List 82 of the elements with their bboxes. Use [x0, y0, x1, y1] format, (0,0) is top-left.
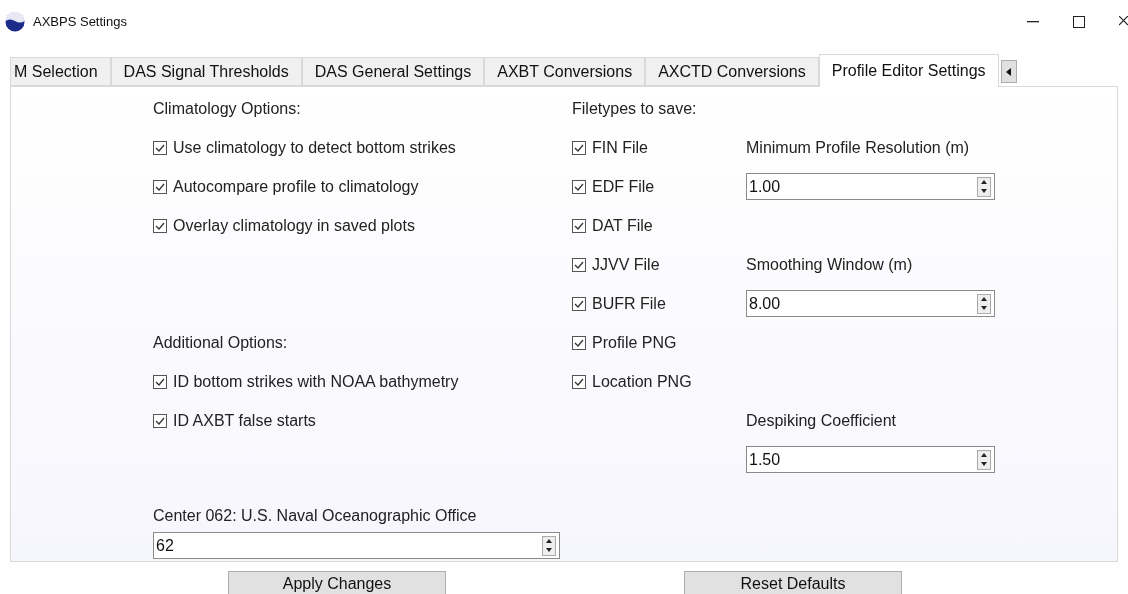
checkbox[interactable]: Overlay climatology in saved plots	[153, 213, 415, 238]
window-title: AXBPS Settings	[33, 13, 127, 32]
spin-value: 62	[155, 535, 175, 556]
checkbox[interactable]: ID AXBT false starts	[153, 408, 316, 433]
checkbox[interactable]: BUFR File	[572, 291, 666, 316]
section-label: Smoothing Window (m)	[746, 254, 913, 275]
checkmark-icon	[574, 220, 584, 231]
checkmark-icon	[574, 259, 584, 270]
tab[interactable]: M Selection	[10, 57, 111, 86]
caret-left-icon	[1006, 67, 1012, 76]
maximize-icon[interactable]	[1073, 16, 1085, 28]
checkbox-box[interactable]	[572, 140, 586, 155]
checkbox[interactable]: DAT File	[572, 213, 653, 238]
section-label: Minimum Profile Resolution (m)	[746, 137, 970, 158]
checkmark-icon	[155, 415, 165, 426]
checkbox-box[interactable]	[153, 140, 167, 155]
spin-box[interactable]: 62	[153, 532, 560, 559]
spin-arrows-icon[interactable]	[977, 293, 991, 314]
checkbox-label: ID AXBT false starts	[173, 410, 316, 431]
checkmark-icon	[574, 298, 584, 309]
checkbox-label: FIN File	[592, 137, 648, 158]
checkmark-icon	[574, 376, 584, 387]
checkbox[interactable]: EDF File	[572, 174, 655, 199]
tab[interactable]: Profile Editor Settings	[818, 54, 999, 87]
app-logo-icon	[5, 12, 25, 32]
checkmark-icon	[155, 142, 165, 153]
checkbox-box[interactable]	[572, 296, 586, 311]
spin-value: 8.00	[748, 293, 782, 314]
checkbox-label: Profile PNG	[592, 332, 677, 353]
checkbox[interactable]: Location PNG	[572, 369, 692, 394]
checkbox-label: JJVV File	[592, 254, 660, 275]
spin-box[interactable]: 1.00	[746, 173, 995, 200]
section-label: Center 062: U.S. Naval Oceanographic Office	[153, 505, 477, 526]
checkmark-icon	[574, 142, 584, 153]
checkbox[interactable]: FIN File	[572, 135, 648, 160]
checkbox-box[interactable]	[572, 257, 586, 272]
tab[interactable]: AXBT Conversions	[484, 57, 646, 86]
checkmark-icon	[574, 181, 584, 192]
spin-value: 1.00	[748, 176, 782, 197]
section-label: Additional Options:	[153, 332, 288, 353]
checkbox[interactable]: ID bottom strikes with NOAA bathymetry	[153, 369, 459, 394]
tab[interactable]: AXCTD Conversions	[645, 57, 819, 86]
checkbox[interactable]: Use climatology to detect bottom strikes	[153, 135, 456, 160]
checkbox[interactable]: Autocompare profile to climatology	[153, 174, 419, 199]
checkmark-icon	[574, 337, 584, 348]
close-icon[interactable]	[1119, 16, 1128, 28]
checkbox-box[interactable]	[572, 179, 586, 194]
checkbox-label: Overlay climatology in saved plots	[173, 215, 415, 236]
section-label: Filetypes to save:	[572, 98, 697, 119]
checkbox-label: EDF File	[592, 176, 655, 197]
checkbox-box[interactable]	[153, 374, 167, 389]
spin-arrows-icon[interactable]	[977, 449, 991, 470]
tab[interactable]: DAS General Settings	[301, 57, 485, 86]
checkbox-box[interactable]	[153, 179, 167, 194]
checkbox-label: Use climatology to detect bottom strikes	[173, 137, 456, 158]
checkmark-icon	[155, 181, 165, 192]
tab[interactable]: DAS Signal Thresholds	[110, 57, 302, 86]
checkbox-label: BUFR File	[592, 293, 666, 314]
checkmark-icon	[155, 220, 165, 231]
spin-arrows-icon[interactable]	[977, 176, 991, 197]
action-button[interactable]: Reset Defaults	[684, 571, 902, 594]
minimize-icon[interactable]	[1027, 21, 1039, 23]
checkbox-label: Autocompare profile to climatology	[173, 176, 419, 197]
checkmark-icon	[155, 376, 165, 387]
checkbox-box[interactable]	[572, 218, 586, 233]
section-label: Despiking Coefficient	[746, 410, 896, 431]
checkbox-label: DAT File	[592, 215, 653, 236]
section-label: Climatology Options:	[153, 98, 301, 119]
checkbox-label: ID bottom strikes with NOAA bathymetry	[173, 371, 459, 392]
spin-value: 1.50	[748, 449, 782, 470]
tab-scroll-left-button[interactable]	[1000, 60, 1017, 83]
checkbox-box[interactable]	[153, 413, 167, 428]
spin-box[interactable]: 8.00	[746, 290, 995, 317]
checkbox[interactable]: Profile PNG	[572, 330, 677, 355]
checkbox-box[interactable]	[572, 374, 586, 389]
action-button[interactable]: Apply Changes	[228, 571, 446, 594]
checkbox[interactable]: JJVV File	[572, 252, 660, 277]
spin-box[interactable]: 1.50	[746, 446, 995, 473]
checkbox-label: Location PNG	[592, 371, 692, 392]
checkbox-box[interactable]	[153, 218, 167, 233]
spin-arrows-icon[interactable]	[542, 535, 556, 556]
checkbox-box[interactable]	[572, 335, 586, 350]
